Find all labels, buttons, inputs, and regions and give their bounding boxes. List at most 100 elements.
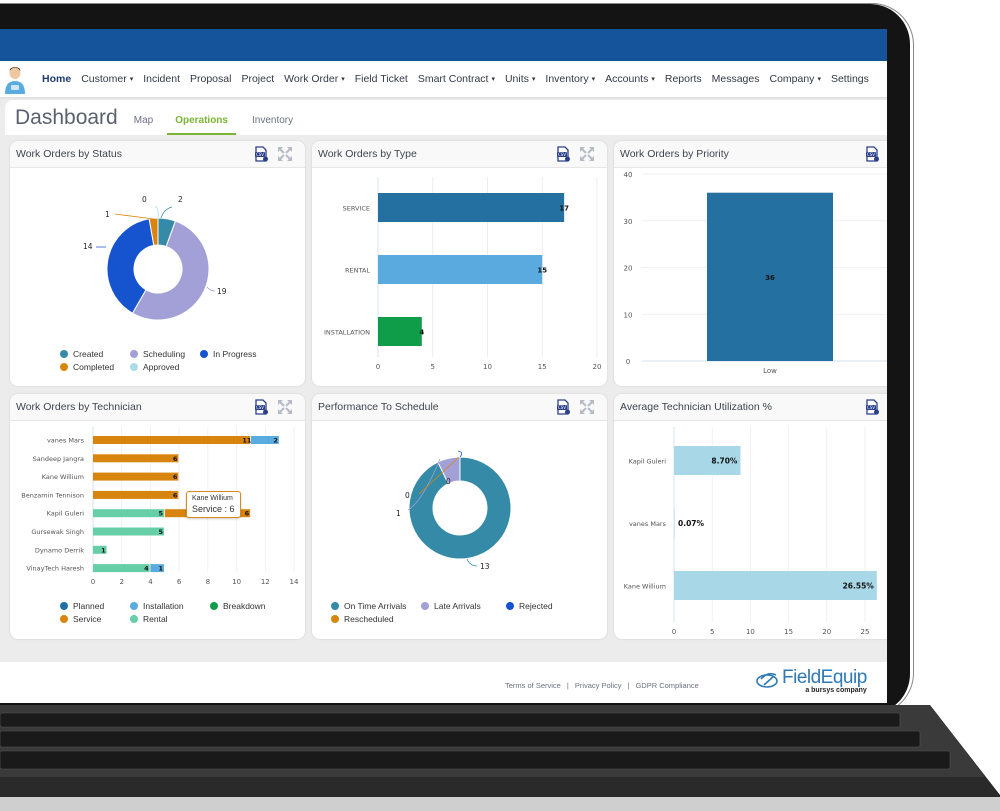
data-label: 1 [396,509,401,518]
legend-dot-icon [60,615,68,623]
nav-item-company[interactable]: Company ▾ [764,61,825,97]
data-label: 4 [419,329,424,337]
legend-dot-icon [130,615,138,623]
chevron-down-icon: ▾ [591,76,596,83]
legend-item-created[interactable]: Created [60,349,130,359]
nav-item-smart-contract[interactable]: Smart Contract ▾ [413,61,500,97]
legend-label: Late Arrivals [434,601,481,611]
csv-export-icon[interactable]: CSV [555,399,571,415]
bar-installation [378,317,422,346]
csv-export-icon[interactable]: CSV [253,399,269,415]
legend-row: Planned Installation Breakdown [60,601,280,611]
legend-item-rental[interactable]: Rental [130,614,210,624]
legend-label: In Progress [213,349,257,359]
legend-label: Completed [73,362,115,372]
nav-item-customer[interactable]: Customer ▾ [76,61,138,97]
svg-text:CSV: CSV [558,405,566,410]
brand-logo[interactable]: FieldEquip a bursys company [756,667,867,694]
card-header: Work Orders by Type CSV [312,141,607,168]
legend-dot-icon [130,363,138,371]
y-tick-label: Benzamin Tennison [21,491,84,499]
card-header: Work Orders by Technician CSV [10,394,305,421]
legend-item-planned[interactable]: Planned [60,601,130,611]
x-tick-label: 15 [784,628,793,636]
user-avatar[interactable] [2,64,28,94]
card-title: Performance To Schedule [318,401,439,413]
csv-export-icon[interactable]: CSV [864,399,880,415]
nav-item-label: Work Order [284,73,339,85]
legend-label: Installation [143,601,184,611]
tab-operations[interactable]: Operations [167,115,236,135]
nav-item-accounts[interactable]: Accounts ▾ [600,61,660,97]
nav-item-inventory[interactable]: Inventory ▾ [540,61,600,97]
data-label: 1 [101,546,106,554]
nav-item-field-ticket[interactable]: Field Ticket [350,61,413,97]
legend-item-late-arrivals[interactable]: Late Arrivals [421,601,506,611]
legend-item-on-time-arrivals[interactable]: On Time Arrivals [331,601,421,611]
expand-icon[interactable] [579,399,595,415]
data-label: 8.70% [711,457,738,466]
nav-item-settings[interactable]: Settings [826,61,874,97]
tab-map[interactable]: Map [134,115,153,135]
privacy-policy-link[interactable]: Privacy Policy [575,681,622,690]
legend-item-service[interactable]: Service [60,614,130,624]
card-title: Average Technician Utilization % [620,401,772,413]
data-label: 13 [480,562,490,571]
legend-dot-icon [130,602,138,610]
label-connector [114,213,155,220]
gdpr-compliance-link[interactable]: GDPR Compliance [635,681,698,690]
csv-export-icon[interactable]: CSV [555,146,571,162]
legend-item-rescheduled[interactable]: Rescheduled [331,614,421,624]
legend-label: On Time Arrivals [344,601,407,611]
nav-item-incident[interactable]: Incident [138,61,185,97]
nav-item-messages[interactable]: Messages [707,61,765,97]
legend-row: Created Scheduling In Progress [60,349,280,359]
label-connector [160,206,173,219]
y-tick-label: Gursewak Singh [31,528,84,536]
legend-item-rejected[interactable]: Rejected [506,601,576,611]
terms-of-service-link[interactable]: Terms of Service [505,681,561,690]
card-work-orders-by-technician: Work Orders by Technician CSV 0 2 4 6 8 10 12 1… [10,394,305,639]
csv-export-icon[interactable]: CSV [253,146,269,162]
status-donut-chart: 2 19 14 1 0 [83,195,227,321]
x-tick-label: 10 [746,628,755,636]
chevron-down-icon: ▾ [129,76,134,83]
nav-item-proposal[interactable]: Proposal [185,61,236,97]
legend-item-installation[interactable]: Installation [130,601,210,611]
bar-rental [378,255,543,284]
legend-item-completed[interactable]: Completed [60,362,130,372]
nav-item-work-order[interactable]: Work Order ▾ [279,61,350,97]
nav-item-units[interactable]: Units ▾ [500,61,540,97]
avatar-icon [5,67,25,94]
technician-legend: Planned Installation Breakdown Service Renta… [60,601,280,627]
data-label: 5 [159,510,164,518]
data-label: 0 [405,491,410,500]
nav-item-project[interactable]: Project [236,61,279,97]
expand-icon[interactable] [579,146,595,162]
expand-icon[interactable] [277,146,293,162]
data-label: 0 [446,477,451,486]
bar-service [378,193,565,222]
legend-row: Service Rental [60,614,280,624]
x-tick-label: 12 [261,578,270,586]
legend-item-in-progress[interactable]: In Progress [200,349,280,359]
nav-item-home[interactable]: Home [37,61,76,103]
legend-item-scheduling[interactable]: Scheduling [130,349,200,359]
nav-item-label: Home [42,73,72,85]
legend-dot-icon [60,350,68,358]
expand-icon[interactable] [277,399,293,415]
card-title: Work Orders by Technician [16,401,142,413]
legend-dot-icon [200,350,208,358]
x-tick-label: 0 [91,578,95,586]
legend-label: Scheduling [143,349,186,359]
data-label: 17 [559,205,569,213]
legend-item-breakdown[interactable]: Breakdown [210,601,280,611]
tab-inventory[interactable]: Inventory [252,115,293,135]
data-label: 6 [173,473,178,481]
y-tick-label: 30 [624,218,633,226]
nav-item-reports[interactable]: Reports [660,61,707,97]
legend-item-approved[interactable]: Approved [130,362,200,372]
csv-export-icon[interactable]: CSV [864,146,880,162]
y-tick-label: vanes Mars [629,520,667,528]
card-work-orders-by-priority: Work Orders by Priority CSV 0 10 20 30 40 36 L… [614,141,887,386]
